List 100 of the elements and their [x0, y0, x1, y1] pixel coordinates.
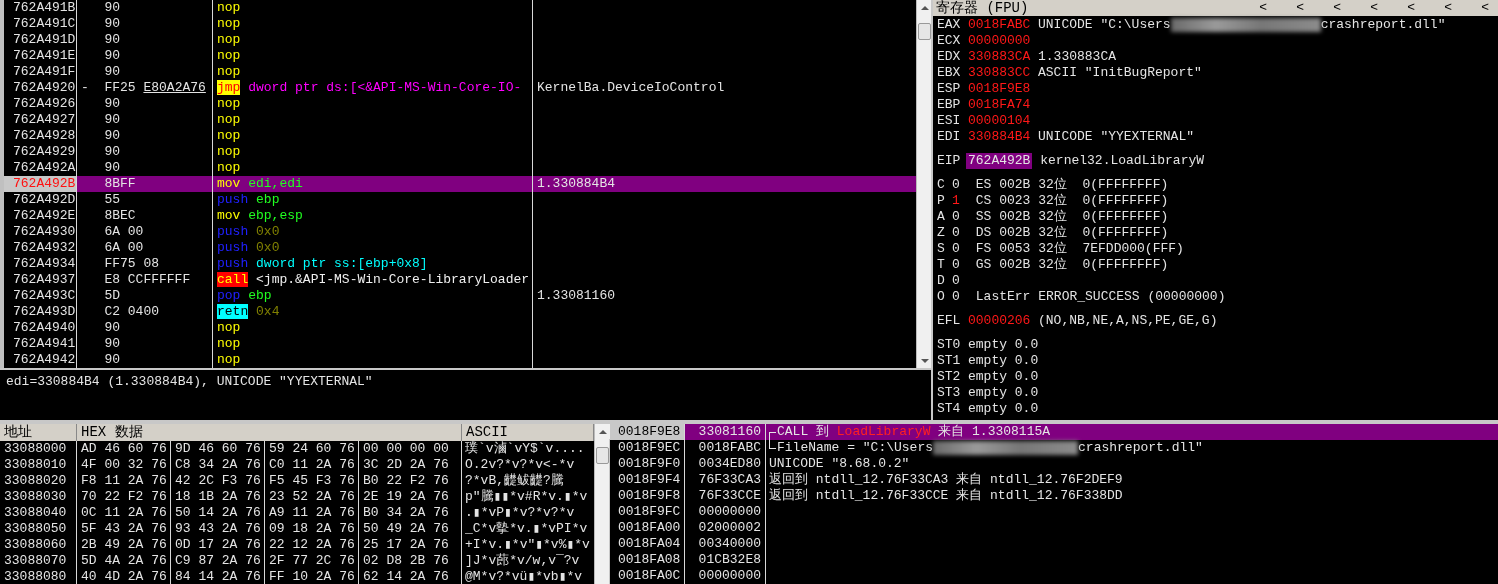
register-value[interactable]: 00000206	[968, 313, 1038, 329]
address-cell: 0018F9E8	[610, 424, 685, 440]
hex-cell: 5F 43 2A 76	[77, 521, 171, 537]
hex-cell: 0D 17 2A 76	[171, 537, 265, 553]
scroll-thumb[interactable]	[596, 447, 609, 464]
arrow-button[interactable]: <	[1387, 0, 1424, 16]
stack-row[interactable]: 0018F9F8 76F33CCE 返回到 ntdll_12.76F33CCE 来自 ntdll_12.76F338DD	[610, 488, 1498, 504]
column-header[interactable]: 地址	[0, 424, 77, 441]
register-name: EDI	[937, 129, 962, 145]
scroll-thumb[interactable]	[918, 23, 931, 40]
register-value[interactable]: 0018FA74	[968, 97, 1038, 113]
arrow-button[interactable]: <	[1461, 0, 1498, 16]
stack-row[interactable]: 0018F9E8 33081160 CALL 到 LoadLibraryW 来自 1.3308115A	[610, 424, 1498, 440]
arrow-button[interactable]: <	[1276, 0, 1313, 16]
panel-title: 寄存器 (FPU)	[936, 0, 1029, 16]
hex-cell: A9 11 2A 76	[265, 505, 359, 521]
info-line: edi=330884B4 (1.330884B4), UNICODE "YYEXTERNAL"	[6, 374, 373, 389]
register-value[interactable]: 330884B4	[968, 129, 1038, 145]
flag-value[interactable]: 0	[952, 177, 968, 193]
stack-row[interactable]: 0018F9F4 76F33CA3 返回到 ntdll_12.76F33CA3 来自 ntdll_12.76F2DEF9	[610, 472, 1498, 488]
register-value[interactable]: 00000000	[968, 33, 1038, 49]
comment-cell: 返回到 ntdll_12.76F33CCE 来自 ntdll_12.76F338DD	[769, 488, 1123, 504]
flag-name: Z	[937, 225, 946, 241]
hex-cell: F8 11 2A 76	[77, 473, 171, 489]
comment-cell: UNICODE "8.68.0.2"	[769, 456, 910, 472]
disassembly-row[interactable]: 762A492B 8BFF mov edi,edi 1.330884B4	[0, 176, 916, 192]
value-cell: 00340000	[685, 536, 766, 552]
stack-row[interactable]: 0018F9EC 0018FABC FileName = "C:\Users crashreport.dll"	[610, 440, 1498, 456]
hex-cell: 62 14 2A 76	[359, 569, 462, 584]
register-name: EBX	[937, 65, 962, 81]
value-cell: 0034ED80	[685, 456, 766, 472]
flag-value[interactable]: 0	[952, 209, 968, 225]
address-cell: 762A4942	[0, 352, 77, 368]
register-value[interactable]: 330883CA	[968, 49, 1038, 65]
flag-name: P	[937, 193, 946, 209]
ascii-cell-text: O.2v?*v?*v<-*v	[464, 457, 576, 473]
register-value[interactable]: 762A492B	[966, 153, 1033, 169]
register-name: ST4	[937, 401, 962, 417]
flag-name: A	[937, 209, 946, 225]
value-cell: 01CB32E8	[685, 552, 766, 568]
ascii-cell-text: +I*v.▮*v"▮*v%▮*v	[464, 537, 591, 553]
register-name: EBP	[937, 97, 962, 113]
hex-cell: 9D 46 60 76	[171, 441, 265, 457]
hex-cell: 22 12 2A 76	[265, 537, 359, 553]
stack-row[interactable]: 0018FA04 00340000	[610, 536, 1498, 552]
flag-value[interactable]: 0	[952, 289, 968, 305]
flag-value[interactable]: 0	[952, 225, 968, 241]
arrow-button[interactable]: <	[1239, 0, 1276, 16]
register-value[interactable]: 330883CC	[968, 65, 1038, 81]
register-value: empty 0.0	[968, 369, 1039, 385]
value-cell: 76F33CA3	[685, 472, 766, 488]
flag-value[interactable]: 1	[952, 193, 968, 209]
flag-value[interactable]: 0	[952, 257, 968, 273]
stack-row[interactable]: 0018FA0C 00000000	[610, 568, 1498, 584]
hex-cell: 93 43 2A 76	[171, 521, 265, 537]
register-name: ST1	[937, 353, 962, 369]
comment-cell: CALL 到 LoadLibraryW 来自 1.3308115A	[777, 424, 1051, 440]
ascii-cell-text: 璞`v滷`vY$`v....	[464, 441, 586, 457]
register-value: empty 0.0	[968, 401, 1039, 417]
stack-row[interactable]: 0018F9F0 0034ED80 UNICODE "8.68.0.2"	[610, 456, 1498, 472]
comment-cell: FileName = "C:\Users crashreport.dll"	[777, 440, 1203, 456]
register-comment: UNICODE "YYEXTERNAL"	[1038, 129, 1195, 145]
comment-cell-text: 1.330884B4	[536, 176, 616, 192]
comment-cell: 返回到 ntdll_12.76F33CA3 来自 ntdll_12.76F2DEF9	[769, 472, 1123, 488]
value-cell: 76F33CCE	[685, 488, 766, 504]
hex-cell: 70 22 F2 76	[77, 489, 171, 505]
flag-name: T	[937, 257, 946, 273]
stack-row[interactable]: 0018F9FC 00000000	[610, 504, 1498, 520]
stack-row[interactable]: 0018FA00 02000002	[610, 520, 1498, 536]
register-value: empty 0.0	[968, 353, 1039, 369]
hex-cell: 42 2C F3 76	[171, 473, 265, 489]
hex-cell: 2E 19 2A 76	[359, 489, 462, 505]
value-cell: 00000000	[685, 568, 766, 584]
hex-cell: 3C 2D 2A 76	[359, 457, 462, 473]
hex-cell: B0 22 F2 76	[359, 473, 462, 489]
flag-value[interactable]: 0	[952, 273, 968, 289]
flag-value[interactable]: 0	[952, 241, 968, 257]
address-cell: 33088000	[0, 441, 77, 457]
register-name: ST0	[937, 337, 962, 353]
arrow-button[interactable]: <	[1424, 0, 1461, 16]
value-cell: 33081160	[685, 424, 766, 440]
hex-cell: 18 1B 2A 76	[171, 489, 265, 505]
scrollbar[interactable]	[594, 424, 609, 584]
arrow-button[interactable]: <	[1313, 0, 1350, 16]
stack-row[interactable]: 0018FA08 01CB32E8	[610, 552, 1498, 568]
register-value[interactable]: 0018FABC	[968, 17, 1038, 33]
ascii-cell-text: .▮*vP▮*v?*v?*v	[464, 505, 576, 521]
ascii-cell-text: ]J*v蓢*v/w,v¯?v	[464, 553, 581, 569]
register-value[interactable]: 0018F9E8	[968, 81, 1038, 97]
scrollbar[interactable]	[916, 0, 931, 368]
column-header[interactable]: HEX 数据	[77, 424, 462, 441]
address-cell: 33088060	[0, 537, 77, 553]
register-name: ST3	[937, 385, 962, 401]
value-cell: 00000000	[685, 504, 766, 520]
flag-name: D	[937, 273, 946, 289]
hex-cell: 59 24 60 76	[265, 441, 359, 457]
hex-cell: 23 52 2A 76	[265, 489, 359, 505]
ascii-cell-text: p"騰▮▮*v#R*v.▮*v	[464, 489, 589, 505]
register-value[interactable]: 00000104	[968, 113, 1038, 129]
arrow-button[interactable]: <	[1350, 0, 1387, 16]
